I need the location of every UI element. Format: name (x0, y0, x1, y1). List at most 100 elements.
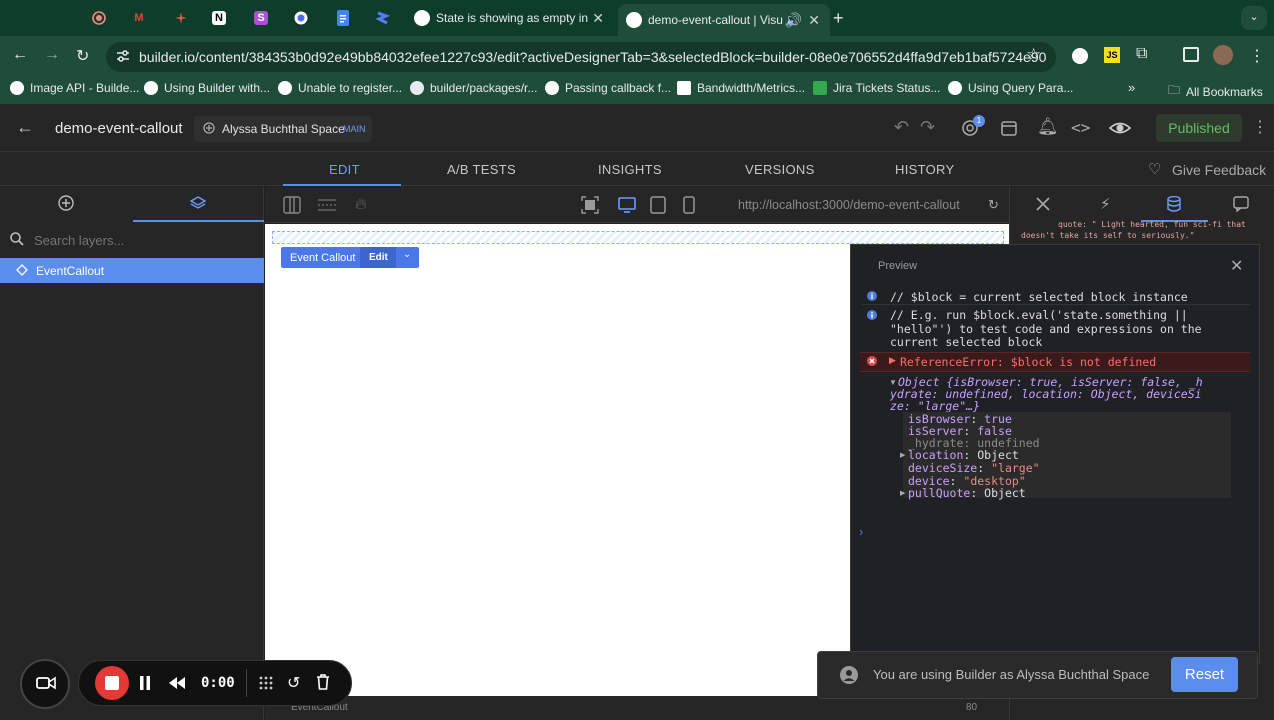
tab-ab-tests[interactable]: A/B TESTS (447, 162, 516, 177)
forward-icon[interactable]: → (44, 46, 60, 64)
chrome-menu-icon[interactable]: ⋮ (1249, 46, 1265, 66)
expand-triangle-icon[interactable]: ▶ (900, 451, 905, 459)
space-name: Alyssa Buchthal Space (222, 122, 345, 136)
reload-icon[interactable]: ↻ (76, 46, 89, 66)
preview-eye-icon[interactable] (1108, 119, 1132, 137)
builder-favicon-icon (278, 81, 292, 95)
bookmark-item[interactable]: Using Builder with... (144, 81, 270, 95)
new-tab-icon[interactable]: + (833, 8, 844, 29)
flame-icon[interactable]: 🔥︎ (355, 196, 367, 214)
all-bookmarks[interactable]: 🗀 All Bookmarks (1168, 81, 1263, 102)
bookmark-item[interactable]: Passing callback f... (545, 81, 671, 95)
selected-block-outline[interactable] (272, 231, 1004, 244)
bookmark-star-icon[interactable]: ☆ (1026, 45, 1041, 65)
expand-triangle-icon[interactable]: ▶ (889, 355, 896, 366)
record-tab-icon[interactable] (90, 9, 108, 27)
more-options-icon[interactable]: ⋮ (1252, 117, 1268, 137)
preview-url[interactable]: http://localhost:3000/demo-event-callout (738, 198, 960, 212)
bookmark-item[interactable]: Unable to register... (278, 81, 402, 95)
tab-edit[interactable]: EDIT (329, 162, 360, 177)
search-layers-input[interactable] (34, 229, 254, 251)
builder-extension-icon[interactable] (1072, 48, 1088, 64)
restart-icon[interactable]: ↺ (287, 673, 300, 693)
mobile-view-icon[interactable] (683, 196, 695, 214)
close-tab-icon[interactable]: ✕ (808, 12, 820, 29)
tablet-view-icon[interactable] (650, 196, 666, 214)
tab-versions[interactable]: VERSIONS (745, 162, 815, 177)
purple-app-tab-icon[interactable]: S (254, 11, 268, 25)
asterisk-tab-icon[interactable] (172, 9, 190, 27)
desktop-view-icon[interactable] (618, 197, 636, 213)
more-bookmarks-icon[interactable]: » (1128, 80, 1135, 95)
extensions-puzzle-icon[interactable]: ⧉ (1136, 45, 1147, 63)
side-panel-icon[interactable] (1183, 47, 1199, 62)
expand-triangle-icon[interactable]: ▶ (900, 489, 905, 497)
console-property-row[interactable]: location: Object (908, 448, 1019, 462)
console-object-summary: ze: "large"…} (890, 399, 981, 413)
code-snippet-line: doesn't take its self to seriously." (1021, 231, 1195, 240)
notion-tab-icon[interactable]: N (212, 11, 226, 25)
schedule-icon[interactable] (1000, 119, 1018, 137)
comments-icon[interactable] (1233, 196, 1249, 212)
content-title[interactable]: demo-event-callout (55, 120, 183, 137)
zoom-level[interactable]: 80 (966, 702, 977, 713)
add-block-icon[interactable] (58, 195, 74, 211)
builder-tab-icon[interactable] (292, 9, 310, 27)
style-tools-icon[interactable] (1035, 196, 1051, 212)
back-arrow-icon[interactable]: ← (16, 117, 34, 138)
collapse-triangle-icon[interactable]: ▼ (889, 378, 897, 387)
bookmark-item[interactable]: Using Query Para... (948, 81, 1073, 95)
refresh-preview-icon[interactable]: ↻ (988, 197, 999, 213)
give-feedback-link[interactable]: Give Feedback (1172, 162, 1266, 178)
console-info-line: // E.g. run $block.eval('state.something… (890, 308, 1202, 349)
block-name-label[interactable]: Event Callout (290, 252, 355, 264)
drag-handle-icon[interactable] (259, 676, 273, 690)
js-extension-icon[interactable]: JS (1104, 47, 1120, 63)
bell-icon[interactable]: 🔔︎ (1037, 117, 1059, 137)
console-input[interactable] (875, 522, 1245, 540)
tab-demo-event-callout[interactable]: demo-event-callout | Visu 🔊 ✕ (618, 4, 830, 36)
back-icon[interactable]: ← (12, 46, 28, 64)
bookmark-item[interactable]: builder/packages/r... (410, 81, 537, 95)
bookmark-item[interactable]: Bandwidth/Metrics... (677, 81, 805, 95)
stop-icon (105, 676, 119, 690)
layers-icon[interactable] (190, 195, 206, 211)
console-error-text: ReferenceError: $block is not defined (900, 355, 1157, 369)
site-settings-icon[interactable] (116, 49, 130, 63)
undo-icon[interactable]: ↶ (894, 117, 909, 138)
fit-screen-icon[interactable] (581, 196, 599, 214)
block-menu-chevron-icon[interactable]: ⌄ (403, 249, 411, 260)
canvas-breadcrumb-bar (265, 696, 1009, 720)
docs-tab-icon[interactable] (334, 9, 352, 27)
pause-icon[interactable] (139, 676, 151, 690)
url-text[interactable]: builder.io/content/384353b0d92e49bb84032… (139, 49, 1046, 65)
tab-search-icon[interactable]: ⌄ (1241, 6, 1267, 30)
bookmark-item[interactable]: Jira Tickets Status... (813, 81, 940, 95)
published-button[interactable]: Published (1156, 114, 1242, 142)
columns-icon[interactable] (283, 196, 301, 214)
builder-favicon-icon (10, 81, 24, 95)
close-icon[interactable]: ✕ (1230, 256, 1243, 276)
interactions-bolt-icon[interactable]: ⚡︎ (1100, 195, 1111, 213)
tab-insights[interactable]: INSIGHTS (598, 162, 662, 177)
builder-favicon-icon (545, 81, 559, 95)
console-divider (862, 304, 1250, 305)
redo-icon[interactable]: ↷ (920, 117, 935, 138)
console-prompt-icon: › (859, 524, 864, 539)
code-icon[interactable]: <> (1071, 118, 1090, 137)
delete-icon[interactable] (316, 674, 330, 690)
reset-button[interactable]: Reset (1171, 657, 1238, 692)
gmail-tab-icon[interactable]: M (130, 9, 148, 27)
spacing-icon[interactable] (318, 197, 336, 213)
rewind-icon[interactable] (168, 676, 186, 690)
close-tab-icon[interactable]: ✕ (592, 10, 604, 27)
profile-avatar[interactable] (1213, 45, 1233, 65)
data-database-icon[interactable] (1167, 196, 1181, 212)
bookmark-item[interactable]: Image API - Builde... (10, 81, 139, 95)
tab-history[interactable]: HISTORY (895, 162, 954, 177)
builder-logo-tab-icon[interactable] (374, 9, 392, 27)
recorder-divider (246, 669, 247, 697)
console-info-line: // $block = current selected block insta… (890, 290, 1188, 304)
tab-state-empty[interactable]: State is showing as empty in ✕ (406, 4, 614, 32)
console-property-row[interactable]: pullQuote: Object (908, 486, 1026, 500)
